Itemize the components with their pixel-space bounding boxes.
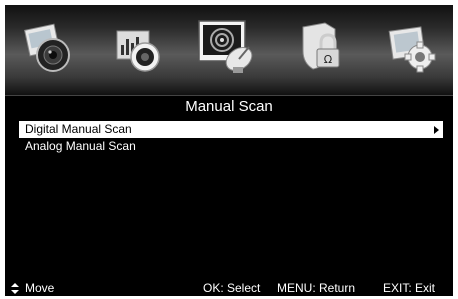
menu-return-hint: MENU: Return <box>277 281 356 295</box>
list-item-label: Analog Manual Scan <box>25 139 136 153</box>
ok-select-hint: OK: Select <box>203 281 261 295</box>
lock-icon[interactable]: Ω <box>295 19 349 75</box>
page-title: Manual Scan <box>185 98 273 115</box>
exit-hint: EXIT: Exit <box>383 281 436 295</box>
arrow-right-icon <box>434 126 439 134</box>
channel-scan-icon[interactable] <box>193 15 259 79</box>
menu-icon-bar: Ω <box>5 5 453 96</box>
sound-icon[interactable] <box>111 19 165 75</box>
list-item-analog-manual-scan[interactable]: Analog Manual Scan <box>19 138 443 155</box>
picture-icon[interactable] <box>21 19 75 75</box>
list-item-digital-manual-scan[interactable]: Digital Manual Scan <box>19 121 443 138</box>
list-item-label: Digital Manual Scan <box>25 122 132 136</box>
svg-text:Ω: Ω <box>324 53 332 66</box>
scan-options-list: Digital Manual Scan Analog Manual Scan <box>19 121 443 155</box>
tv-menu-screen: Ω Manual Scan Digital Manual Scan Analog… <box>5 5 453 296</box>
settings-icon[interactable] <box>385 19 439 75</box>
footer-help-bar: Move OK: Select MENU: Return EXIT: Exit <box>5 280 453 296</box>
move-hint: Move <box>25 281 55 295</box>
up-down-arrows-icon <box>11 283 19 294</box>
